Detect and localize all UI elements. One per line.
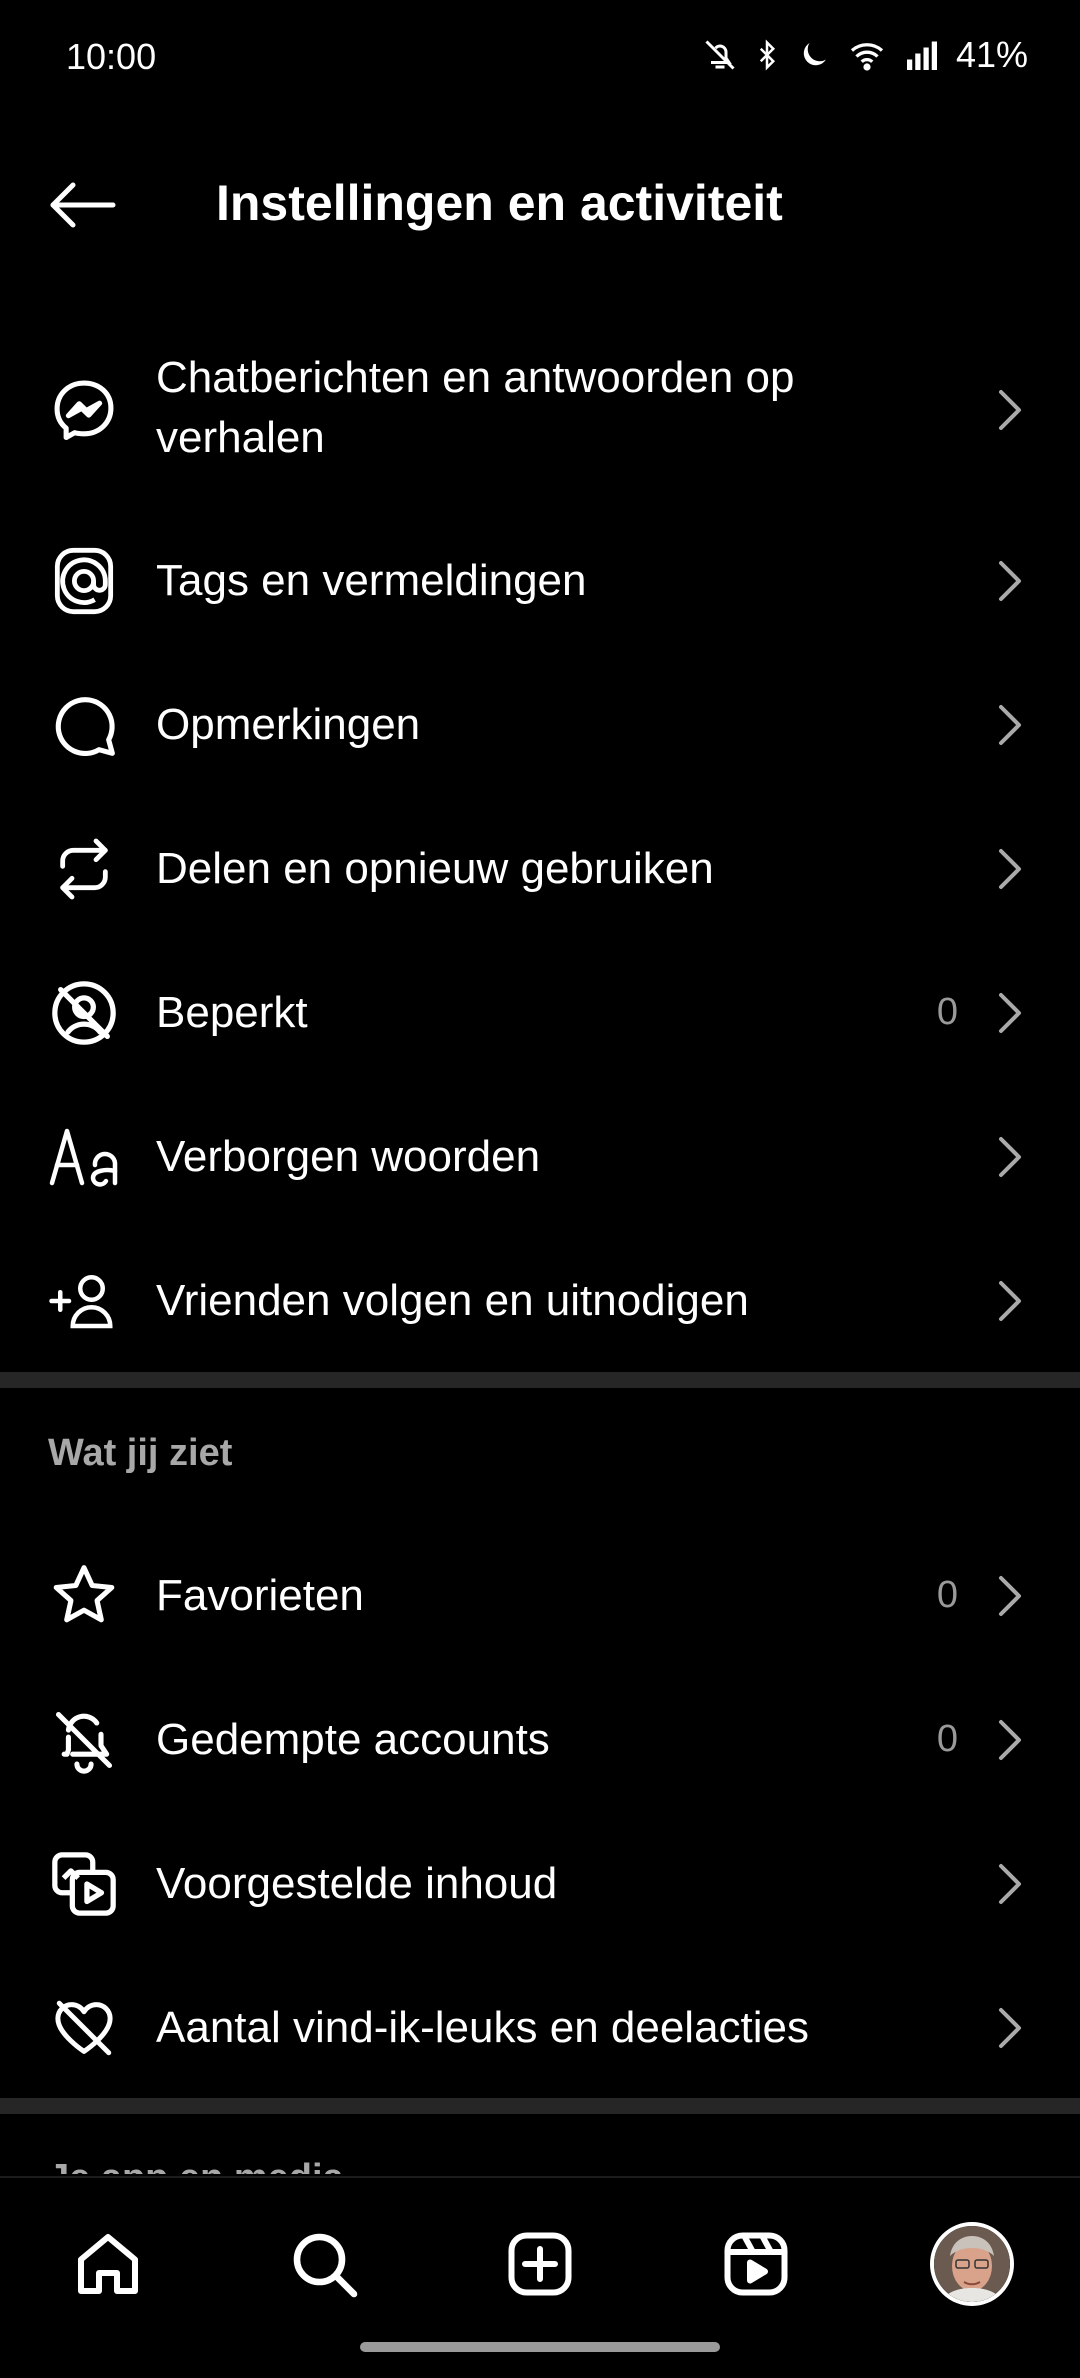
page-title: Instellingen en activiteit: [216, 175, 783, 231]
list-item-tags[interactable]: Tags en vermeldingen: [0, 541, 1080, 621]
restricted-icon: [46, 975, 122, 1051]
status-icons: 41%: [702, 34, 1028, 76]
nav-reels[interactable]: [706, 2214, 806, 2314]
moon-icon: [796, 37, 832, 73]
chevron-right-icon: [990, 380, 1030, 440]
chevron-right-icon: [990, 1566, 1030, 1626]
top-bar: Instellingen en activiteit: [0, 150, 1080, 260]
signal-icon: [902, 37, 942, 73]
list-item-label: Opmerkingen: [156, 700, 421, 749]
nav-create[interactable]: [490, 2214, 590, 2314]
list-item-label: Tags en vermeldingen: [156, 556, 587, 605]
wifi-icon: [846, 37, 888, 73]
arrow-left-icon: [50, 182, 116, 228]
favorites-count: 0: [936, 1574, 958, 1616]
bluetooth-icon: [752, 37, 782, 73]
list-item-muted-accounts[interactable]: Gedempte accounts 0: [0, 1700, 1080, 1780]
chevron-right-icon: [990, 1710, 1030, 1770]
list-item-favorites[interactable]: Favorieten 0: [0, 1556, 1080, 1636]
nav-search[interactable]: [274, 2214, 374, 2314]
chevron-right-icon: [990, 839, 1030, 899]
list-item-suggested-content[interactable]: Voorgestelde inhoud: [0, 1844, 1080, 1924]
list-item-label: Chatberichten en antwoorden op verhalen: [156, 353, 795, 462]
list-item-sharing[interactable]: Delen en opnieuw gebruiken: [0, 829, 1080, 909]
chevron-right-icon: [990, 983, 1030, 1043]
section-divider: [0, 1372, 1080, 1388]
list-item-label: Vrienden volgen en uitnodigen: [156, 1276, 749, 1325]
list-item-label: Voorgestelde inhoud: [156, 1859, 558, 1908]
messenger-icon: [46, 372, 122, 448]
home-icon: [78, 2234, 138, 2294]
restricted-count: 0: [936, 991, 958, 1033]
list-item-label: Verborgen woorden: [156, 1132, 541, 1181]
chevron-right-icon: [990, 551, 1030, 611]
section-title-app-media: Je app en media: [48, 2156, 344, 2174]
chevron-right-icon: [990, 1854, 1030, 1914]
list-item-label: Beperkt: [156, 988, 308, 1037]
nav-home[interactable]: [58, 2214, 158, 2314]
section-divider: [0, 2098, 1080, 2114]
chevron-right-icon: [990, 1271, 1030, 1331]
add-person-icon: [46, 1263, 122, 1339]
list-item-restricted[interactable]: Beperkt 0: [0, 973, 1080, 1053]
avatar: [930, 2222, 1014, 2306]
status-bar: 10:00 41%: [0, 0, 1080, 120]
list-item-label: Aantal vind-ik-leuks en deelacties: [156, 2003, 810, 2052]
text-aa-icon: [46, 1119, 122, 1195]
search-icon: [293, 2233, 358, 2298]
muted-count: 0: [936, 1718, 958, 1760]
chevron-right-icon: [990, 1998, 1030, 2058]
reels-icon: [724, 2232, 788, 2296]
list-item-follow-invite[interactable]: Vrienden volgen en uitnodigen: [0, 1261, 1080, 1341]
chevron-right-icon: [990, 1127, 1030, 1187]
status-time: 10:00: [66, 36, 157, 77]
heart-off-icon: [46, 1990, 122, 2066]
bell-off-icon: [702, 37, 738, 73]
nav-profile[interactable]: [922, 2214, 1022, 2314]
home-indicator: [360, 2342, 720, 2352]
list-item-comments[interactable]: Opmerkingen: [0, 685, 1080, 765]
star-icon: [46, 1558, 122, 1634]
back-button[interactable]: [44, 172, 120, 238]
list-item-label: Favorieten: [156, 1571, 364, 1620]
list-item-label: Delen en opnieuw gebruiken: [156, 844, 714, 893]
suggested-content-icon: [46, 1846, 122, 1922]
repost-icon: [46, 831, 122, 907]
list-item-like-counts[interactable]: Aantal vind-ik-leuks en deelacties: [0, 1988, 1080, 2068]
list-item-hidden-words[interactable]: Verborgen woorden: [0, 1117, 1080, 1197]
chevron-right-icon: [990, 695, 1030, 755]
list-item-messages[interactable]: Chatberichten en antwoorden op verhalen: [0, 340, 1080, 480]
list-item-label: Gedempte accounts: [156, 1715, 550, 1764]
battery-level: 41%: [955, 34, 1028, 75]
bell-muted-icon: [46, 1702, 122, 1778]
section-title-what-you-see: Wat jij ziet: [48, 1432, 233, 1474]
create-icon: [508, 2232, 572, 2296]
comment-icon: [46, 687, 122, 763]
at-sign-icon: [46, 543, 122, 619]
